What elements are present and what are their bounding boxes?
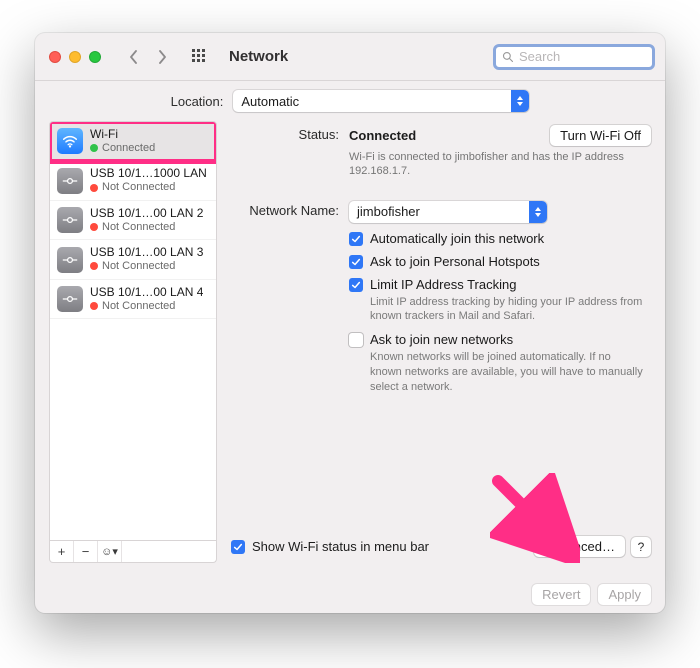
minimize-window-button[interactable] [69, 51, 81, 63]
personal-hotspot-checkbox-row: Ask to join Personal Hotspots [349, 254, 651, 269]
interface-status: Connected [102, 142, 155, 155]
add-interface-button[interactable]: + [50, 541, 74, 562]
search-field[interactable] [493, 44, 655, 70]
revert-button[interactable]: Revert [532, 584, 590, 605]
interface-name: USB 10/1…1000 LAN [90, 167, 207, 181]
interface-item-wifi[interactable]: Wi-Fi Connected [50, 122, 216, 161]
network-name-row: Network Name: jimbofisher Automatically … [231, 201, 651, 395]
ethernet-icon [57, 168, 83, 194]
network-name-select[interactable]: jimbofisher [349, 201, 547, 223]
status-dot-icon [90, 223, 98, 231]
interface-name: USB 10/1…00 LAN 2 [90, 207, 203, 221]
status-value: Connected [349, 128, 416, 143]
bottom-bar: Revert Apply [35, 575, 665, 613]
back-button[interactable] [123, 47, 145, 67]
forward-button[interactable] [151, 47, 173, 67]
interface-item-lan-2[interactable]: USB 10/1…00 LAN 2 Not Connected [50, 201, 216, 240]
status-dot-icon [90, 262, 98, 270]
status-label: Status: [231, 125, 339, 179]
advanced-button[interactable]: Advanced… [534, 536, 625, 557]
location-row: Location: Automatic [35, 81, 665, 121]
window-controls [45, 51, 101, 63]
limit-tracking-help: Limit IP address tracking by hiding your… [370, 295, 651, 325]
window-title: Network [229, 48, 288, 65]
turn-wifi-off-button[interactable]: Turn Wi-Fi Off [550, 125, 651, 146]
auto-join-label: Automatically join this network [370, 231, 544, 246]
location-select[interactable]: Automatic [233, 90, 529, 112]
search-input[interactable] [519, 49, 646, 64]
limit-tracking-checkbox[interactable] [349, 278, 363, 292]
status-dot-icon [90, 184, 98, 192]
menubar-label: Show Wi-Fi status in menu bar [252, 539, 429, 554]
titlebar: Network [35, 33, 665, 81]
interfaces-sidebar: Wi-Fi Connected USB 10/1…1000 LAN Not Co… [49, 121, 217, 563]
network-name-label: Network Name: [231, 201, 339, 395]
interface-item-lan-3[interactable]: USB 10/1…00 LAN 3 Not Connected [50, 240, 216, 279]
personal-hotspot-label: Ask to join Personal Hotspots [370, 254, 540, 269]
ask-new-checkbox[interactable] [349, 333, 363, 347]
ask-new-checkbox-row: Ask to join new networks Known networks … [349, 332, 651, 395]
apply-button[interactable]: Apply [598, 584, 651, 605]
ethernet-icon [57, 247, 83, 273]
auto-join-checkbox-row: Automatically join this network [349, 231, 651, 246]
status-help-text: Wi-Fi is connected to jimbofisher and ha… [349, 150, 651, 179]
interface-item-lan-4[interactable]: USB 10/1…00 LAN 4 Not Connected [50, 280, 216, 319]
interface-name: Wi-Fi [90, 128, 155, 142]
select-knob-icon [529, 201, 547, 223]
interface-status: Not Connected [102, 260, 175, 273]
main-row: Wi-Fi Connected USB 10/1…1000 LAN Not Co… [35, 121, 665, 575]
nav-buttons [123, 47, 173, 67]
status-dot-icon [90, 302, 98, 310]
interface-actions-button[interactable]: ☺︎▾ [98, 541, 122, 562]
ask-new-label: Ask to join new networks [370, 332, 651, 347]
interface-status: Not Connected [102, 300, 175, 313]
select-knob-icon [511, 90, 529, 112]
search-icon [502, 51, 514, 63]
close-window-button[interactable] [49, 51, 61, 63]
network-preferences-window: Network Location: Automatic [35, 33, 665, 613]
show-all-button[interactable] [189, 46, 211, 68]
interface-list: Wi-Fi Connected USB 10/1…1000 LAN Not Co… [49, 121, 217, 541]
menubar-checkbox[interactable] [231, 540, 245, 554]
interface-name: USB 10/1…00 LAN 4 [90, 286, 203, 300]
remove-interface-button[interactable]: − [74, 541, 98, 562]
interface-status: Not Connected [102, 221, 175, 234]
wifi-icon [57, 128, 83, 154]
zoom-window-button[interactable] [89, 51, 101, 63]
interface-toolbar: + − ☺︎▾ [49, 541, 217, 563]
interface-name: USB 10/1…00 LAN 3 [90, 246, 203, 260]
ask-new-help: Known networks will be joined automatica… [370, 350, 651, 395]
interface-status: Not Connected [102, 181, 175, 194]
personal-hotspot-checkbox[interactable] [349, 255, 363, 269]
limit-tracking-label: Limit IP Address Tracking [370, 277, 651, 292]
window-body: Location: Automatic Wi-Fi Connected [35, 81, 665, 613]
interface-item-lan-1[interactable]: USB 10/1…1000 LAN Not Connected [50, 161, 216, 200]
location-label: Location: [171, 94, 224, 109]
status-row: Status: Connected Turn Wi-Fi Off Wi-Fi i… [231, 125, 651, 179]
ethernet-icon [57, 207, 83, 233]
status-dot-icon [90, 144, 98, 152]
limit-tracking-checkbox-row: Limit IP Address Tracking Limit IP addre… [349, 277, 651, 325]
ethernet-icon [57, 286, 83, 312]
location-value: Automatic [241, 94, 299, 109]
help-button[interactable]: ? [631, 537, 651, 557]
network-name-value: jimbofisher [357, 204, 420, 219]
panel-footer: Show Wi-Fi status in menu bar Advanced… … [231, 536, 651, 563]
details-panel: Status: Connected Turn Wi-Fi Off Wi-Fi i… [231, 121, 651, 563]
auto-join-checkbox[interactable] [349, 232, 363, 246]
